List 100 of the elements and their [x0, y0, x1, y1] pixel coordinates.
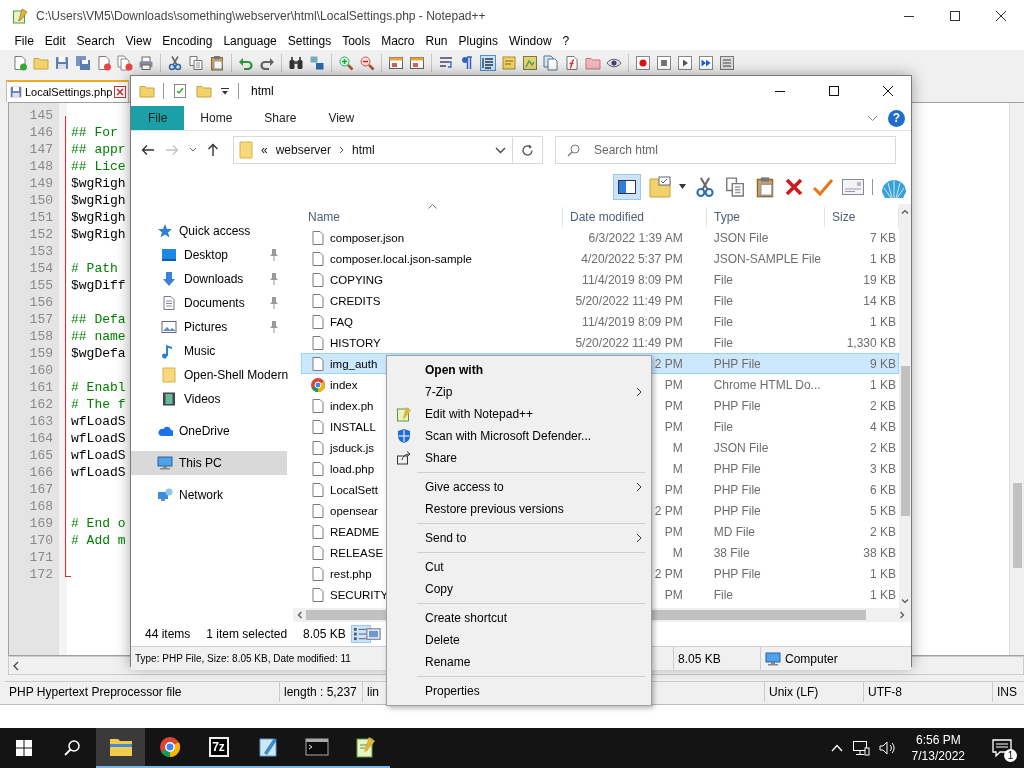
menu-item[interactable]: Rename [389, 651, 649, 673]
nav-item[interactable]: OneDrive [131, 419, 287, 443]
date-text: PM [664, 398, 683, 413]
size-text: 4 KB [870, 419, 896, 434]
menu-item[interactable]: ? [557, 32, 575, 50]
line-number: 168 [28, 498, 54, 515]
menu-item[interactable]: 7-Zip [389, 381, 649, 403]
menu-item[interactable]: Settings [282, 32, 337, 50]
column-header[interactable]: Date modified [563, 207, 707, 227]
nav-item[interactable]: Documents [131, 291, 287, 315]
menu-item[interactable]: Macro [375, 32, 420, 50]
code-line: # Add m [71, 532, 126, 549]
type-text: MD File [713, 524, 755, 539]
taskbar-button[interactable]: 7z [194, 728, 243, 768]
ribbon-tab[interactable]: Home [184, 106, 249, 130]
nav-item[interactable]: This PC [131, 451, 287, 475]
menu-item[interactable]: Language [217, 32, 283, 50]
menu-item[interactable]: Send to [389, 527, 649, 549]
ribbon-tab[interactable]: File [131, 106, 185, 130]
ribbon-tab[interactable]: Share [248, 106, 313, 130]
code-line: # The f [71, 396, 126, 413]
status-text: INS [996, 684, 1018, 701]
size-text: 1 KB [870, 587, 896, 602]
type-text: PHP File [713, 503, 761, 518]
date-text: PM [664, 587, 683, 602]
menu-item[interactable]: Create shortcut [389, 607, 649, 629]
menu-item[interactable]: Window [503, 32, 558, 50]
line-number: 161 [28, 379, 54, 396]
column-header[interactable]: Name [301, 207, 563, 227]
menu-item[interactable]: Encoding [156, 32, 218, 50]
line-number: 170 [28, 532, 54, 549]
menu-item[interactable]: Plugins [453, 32, 504, 50]
ribbon-tab[interactable]: View [312, 106, 371, 130]
status-text: 44 items [145, 627, 191, 641]
line-number: 163 [28, 413, 54, 430]
address-bar[interactable]: « webserver html [233, 136, 513, 164]
nav-item[interactable]: Pictures [131, 315, 287, 339]
code-line: ## name [71, 328, 126, 345]
line-number: 158 [28, 328, 54, 345]
menu-item[interactable]: Cut [389, 556, 649, 578]
status-text: PHP Hypertext Preprocessor file [5, 682, 280, 702]
menu-item[interactable]: Restore previous versions [389, 498, 649, 520]
menu-item[interactable]: Search [71, 32, 121, 50]
size-text: 1 KB [870, 251, 896, 266]
breadcrumb[interactable]: html [352, 143, 375, 157]
line-number: 145 [28, 107, 54, 124]
menu-item[interactable]: Copy [389, 578, 649, 600]
search-field[interactable]: Search html [555, 136, 896, 164]
column-header[interactable]: Type [707, 207, 825, 227]
menu-item[interactable]: Edit with Notepad++ [389, 403, 649, 425]
line-number: 152 [28, 226, 54, 243]
file-name: rest.php [330, 567, 372, 580]
date-text: 5/20/2022 11:49 PM [575, 293, 683, 308]
menu-item[interactable]: Tools [336, 32, 376, 50]
nav-item[interactable]: Music [131, 339, 287, 363]
menu-item[interactable]: Share [389, 447, 649, 469]
line-number: 146 [28, 124, 54, 141]
size-text: 14 KB [863, 293, 896, 308]
menu-item[interactable]: Open with [389, 359, 649, 381]
file-name: index.ph [330, 399, 374, 412]
status-text: length : 5,237 [280, 682, 363, 702]
date-text: 11/4/2019 8:09 PM [582, 272, 683, 287]
line-number: 147 [28, 141, 54, 158]
menu-item[interactable]: File [9, 32, 40, 50]
type-text: File [713, 293, 733, 308]
menu-item[interactable]: Properties [389, 680, 649, 702]
clock[interactable]: 6:56 PM 7/13/2022 [911, 732, 965, 764]
menu-item[interactable]: Run [420, 32, 454, 50]
type-text: File [713, 272, 733, 287]
type-text: JSON File [713, 440, 769, 455]
code-line: # End o [71, 515, 126, 532]
document-tab[interactable]: LocalSettings.php [6, 80, 130, 102]
size-text: 7 KB [870, 230, 896, 245]
code-line: wfLoadS [71, 413, 126, 430]
nav-item[interactable]: Videos [131, 387, 287, 411]
type-text: JSON File [713, 230, 769, 245]
file-name: COPYING [330, 273, 384, 286]
menu-item[interactable]: View [120, 32, 157, 50]
breadcrumb[interactable]: webserver [275, 143, 332, 157]
status-text: 1 item selected [206, 627, 288, 641]
menu-item[interactable]: Edit [39, 32, 72, 50]
nav-item[interactable]: Quick access [131, 219, 287, 243]
nav-item[interactable]: Downloads [131, 267, 287, 291]
size-text: 2 KB [870, 440, 896, 455]
nav-item[interactable]: Open-Shell Modern [131, 363, 287, 387]
menu-item[interactable]: Give access to [389, 476, 649, 498]
status-text: UTF-8 [864, 682, 993, 702]
status-text: 8.05 KB [674, 647, 761, 670]
type-text: PHP File [713, 398, 761, 413]
line-number: 162 [28, 396, 54, 413]
nav-item[interactable]: Network [131, 483, 287, 507]
file-name: HISTORY [330, 336, 381, 349]
breadcrumb-overflow[interactable]: « [261, 143, 268, 157]
type-text: File [713, 314, 733, 329]
code-line: # Enabl [71, 379, 126, 396]
nav-item[interactable]: Desktop [131, 243, 287, 267]
code-line: ## appr [71, 141, 126, 158]
help-button[interactable]: ? [888, 109, 905, 127]
status-text: 8.05 KB [303, 627, 346, 641]
menu-item[interactable]: Scan with Microsoft Defender... [389, 425, 649, 447]
